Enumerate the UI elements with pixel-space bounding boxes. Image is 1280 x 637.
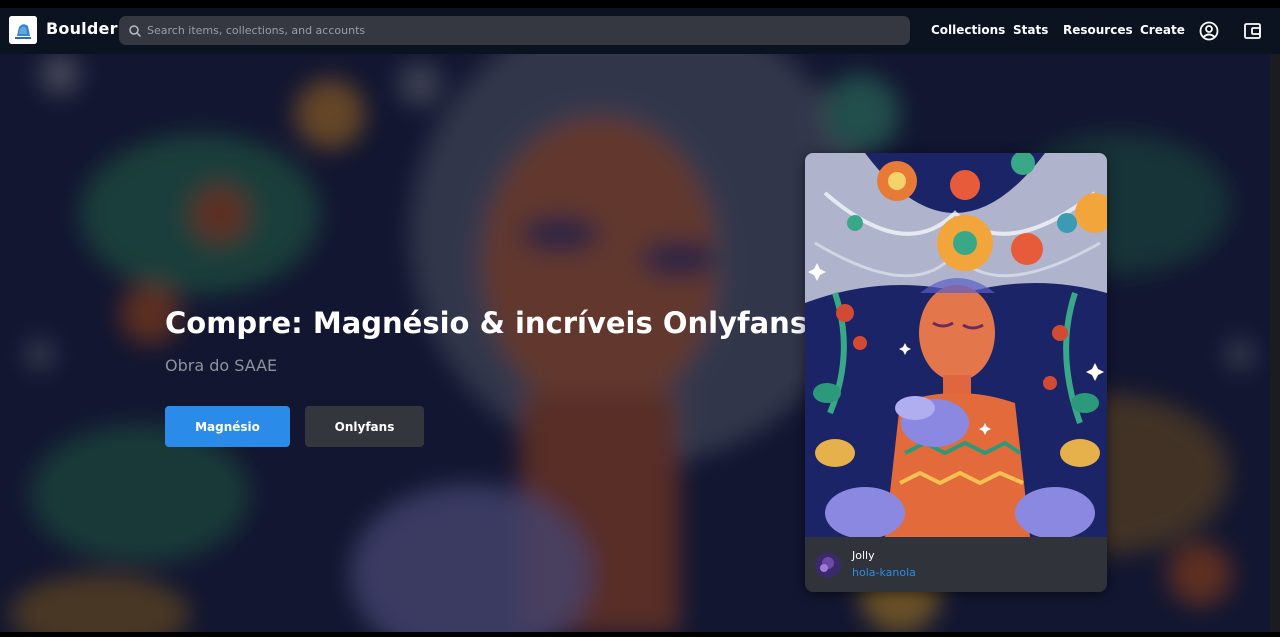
featured-card[interactable]: Jolly hola-kanola [805, 153, 1107, 592]
hero-section: Compre: Magnésio & incríveis Onlyfans Ob… [0, 54, 1280, 632]
featured-artwork[interactable] [805, 153, 1107, 537]
nav-create-link[interactable]: Create [1140, 23, 1185, 37]
hero-subtitle: Obra do SAAE [165, 356, 278, 375]
nav-collections-link[interactable]: Collections [931, 23, 1005, 37]
hero-title: Compre: Magnésio & incríveis Onlyfans [165, 306, 808, 340]
search-bar[interactable] [119, 16, 910, 45]
card-creator-link[interactable]: hola-kanola [852, 566, 916, 579]
navbar: Boulder Collections Stats Resources Crea… [0, 8, 1280, 54]
boulder-logo-icon[interactable] [9, 16, 37, 44]
nav-resources-link[interactable]: Resources [1063, 23, 1133, 37]
brand-name[interactable]: Boulder [46, 19, 118, 38]
onlyfans-button[interactable]: Onlyfans [305, 406, 424, 447]
creator-avatar[interactable] [815, 552, 841, 578]
scrollbar[interactable] [1270, 54, 1280, 632]
wallet-icon[interactable] [1242, 20, 1264, 42]
search-icon [128, 23, 142, 38]
magnesio-button[interactable]: Magnésio [165, 406, 290, 447]
top-strip [0, 0, 1280, 8]
search-input[interactable] [147, 16, 887, 45]
card-title[interactable]: Jolly [852, 549, 875, 562]
nav-stats-link[interactable]: Stats [1013, 23, 1048, 37]
bottom-strip [0, 632, 1280, 637]
profile-icon[interactable] [1198, 20, 1220, 42]
